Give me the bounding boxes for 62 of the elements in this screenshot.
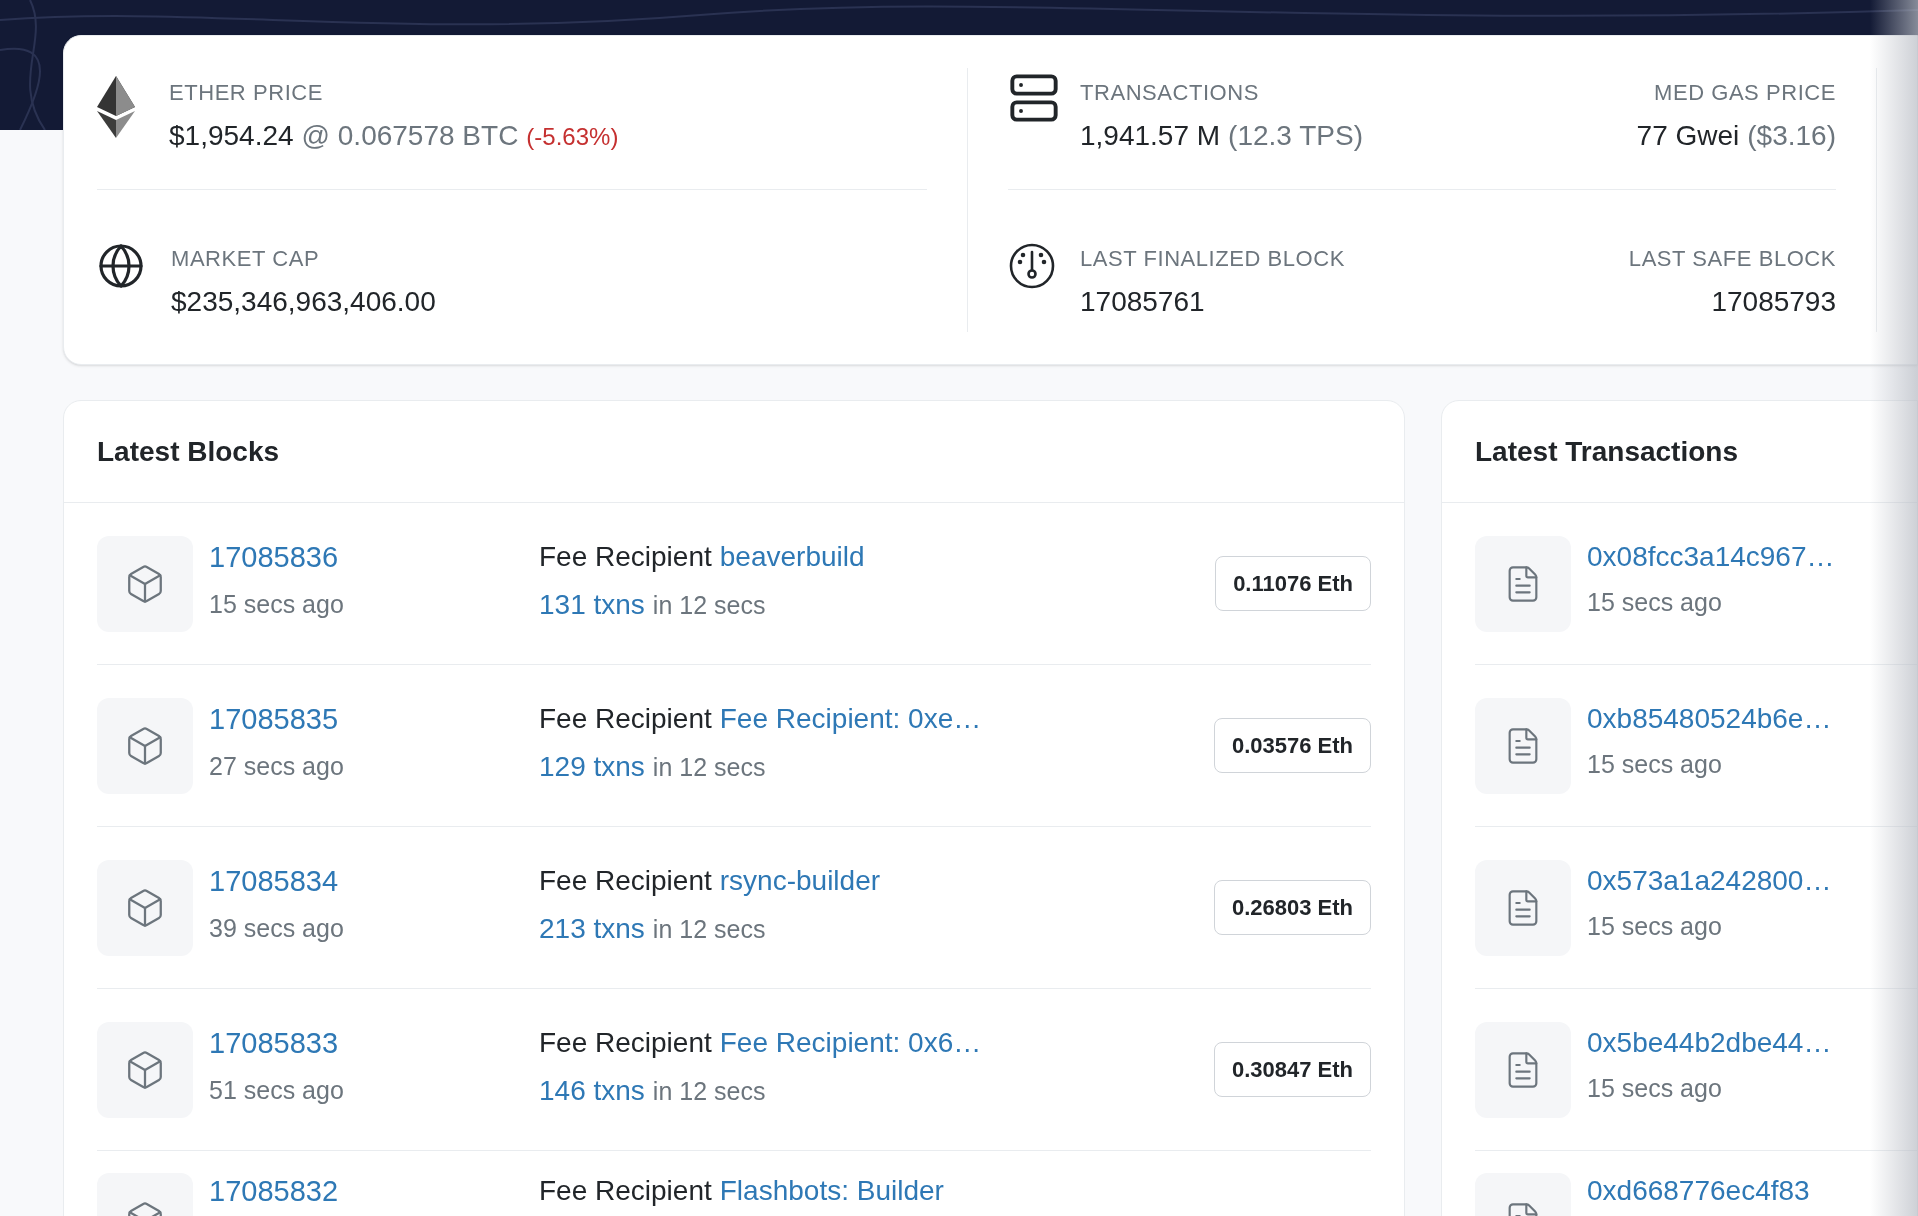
transaction-age: 15 secs ago xyxy=(1587,587,1723,618)
btc-price: @ 0.067578 BTC xyxy=(301,119,519,153)
fee-recipient-link[interactable]: rsync-builder xyxy=(719,860,881,902)
ether-diamond-icon xyxy=(97,76,135,138)
price-change: (-5.63%) xyxy=(526,122,619,152)
block-number-link[interactable]: 17085835 xyxy=(209,698,539,742)
transaction-age: 15 secs ago xyxy=(1587,911,1723,942)
block-number-link[interactable]: 17085833 xyxy=(209,1022,539,1066)
transaction-hash-link[interactable]: 0xb85480524b6e… xyxy=(1587,698,1832,740)
block-number-link[interactable]: 17085836 xyxy=(209,536,539,580)
transaction-hash-link[interactable]: 0xd668776ec4f83 xyxy=(1587,1173,1810,1208)
finalized-block-value: 17085761 xyxy=(1080,285,1206,319)
block-duration: in 12 secs xyxy=(652,1076,766,1107)
stat-label: LAST SAFE BLOCK xyxy=(1628,245,1836,273)
server-icon xyxy=(1008,72,1060,124)
block-duration: in 12 secs xyxy=(652,914,766,945)
ether-price-value: $1,954.24 xyxy=(169,119,294,153)
fee-recipient-label: Fee Recipient xyxy=(539,864,712,898)
block-number-link[interactable]: 17085832 xyxy=(209,1173,539,1210)
fee-recipient-label: Fee Recipient xyxy=(539,1026,712,1060)
block-duration: in 12 secs xyxy=(652,752,766,783)
transaction-hash-link[interactable]: 0x08fcc3a14c967… xyxy=(1587,536,1835,578)
fee-recipient-label: Fee Recipient xyxy=(539,540,712,574)
transaction-hash-link[interactable]: 0x573a1a242800… xyxy=(1587,860,1832,902)
fee-recipient-label: Fee Recipient xyxy=(539,1174,712,1208)
stat-label: MED GAS PRICE xyxy=(1654,79,1836,107)
fee-recipient-link[interactable]: beaverbuild xyxy=(719,536,865,578)
transactions-value: 1,941.57 M xyxy=(1080,119,1221,153)
gas-price-value: 77 Gwei xyxy=(1636,119,1740,153)
block-reward-badge: 0.11076 Eth xyxy=(1215,556,1371,611)
txns-link[interactable]: 213 txns xyxy=(539,908,645,950)
fee-recipient-label: Fee Recipient xyxy=(539,702,712,736)
txns-link[interactable]: 146 txns xyxy=(539,1070,645,1112)
transaction-age: 15 secs ago xyxy=(1587,1073,1723,1104)
gas-usd-value: ($3.16) xyxy=(1747,119,1836,153)
block-reward-badge: 0.26803 Eth xyxy=(1213,880,1371,935)
block-age: 27 secs ago xyxy=(209,750,345,782)
block-age: 39 secs ago xyxy=(209,912,345,944)
transaction-age: 15 secs ago xyxy=(1587,749,1723,780)
safe-block-value: 17085793 xyxy=(1711,285,1836,319)
block-reward-badge: 0.03576 Eth xyxy=(1213,718,1371,773)
block-duration: in 12 secs xyxy=(652,590,766,621)
card-title: Latest Transactions xyxy=(1475,434,1738,469)
stat-label: MARKET CAP xyxy=(171,245,321,273)
market-cap-value: $235,346,963,406.00 xyxy=(171,285,436,319)
block-reward-badge: 0.30847 Eth xyxy=(1213,1042,1371,1097)
stat-label: ETHER PRICE xyxy=(169,79,324,107)
transaction-hash-link[interactable]: 0x5be44b2dbe44… xyxy=(1587,1022,1832,1064)
block-age: 51 secs ago xyxy=(209,1074,345,1106)
block-number-link[interactable]: 17085834 xyxy=(209,860,539,904)
txns-link[interactable]: 129 txns xyxy=(539,746,645,788)
tps-value: (12.3 TPS) xyxy=(1228,119,1363,153)
block-age: 15 secs ago xyxy=(209,588,345,620)
stat-label: LAST FINALIZED BLOCK xyxy=(1080,245,1345,273)
fee-recipient-link[interactable]: Fee Recipient: 0xe… xyxy=(719,698,982,740)
txns-link[interactable]: 131 txns xyxy=(539,584,645,626)
fee-recipient-link[interactable]: Flashbots: Builder xyxy=(719,1173,944,1208)
gauge-icon xyxy=(1008,242,1056,290)
fee-recipient-link[interactable]: Fee Recipient: 0x6… xyxy=(719,1022,982,1064)
stat-label: TRANSACTIONS xyxy=(1080,79,1260,107)
card-title: Latest Blocks xyxy=(97,434,280,469)
globe-icon xyxy=(97,242,145,290)
